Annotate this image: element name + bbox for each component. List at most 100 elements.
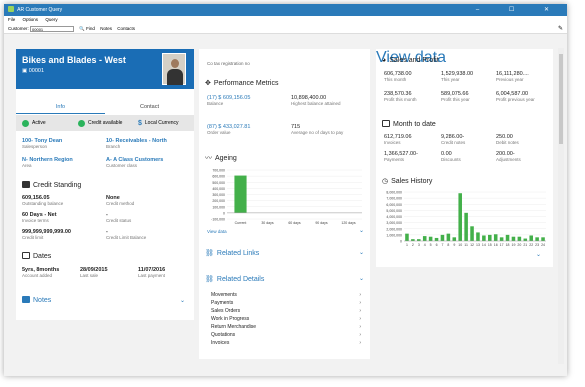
x-tick-label: 20 (517, 243, 521, 247)
app-window: AR Customer Query – ☐ ✕ File Options Que… (4, 4, 567, 376)
credit-method-label: Credit method (106, 201, 135, 206)
customer-input[interactable]: 00001 (30, 25, 75, 32)
last-payment-label: Last payment (138, 273, 166, 278)
mtd-payments-label: Payments (384, 157, 405, 162)
search-icon[interactable]: 🔍 (79, 26, 85, 31)
bar (505, 234, 510, 241)
notes-button[interactable]: Notes (100, 26, 112, 31)
bar (535, 237, 539, 241)
chevron-right-icon: › (359, 300, 361, 306)
menu-options[interactable]: Options (23, 17, 39, 22)
x-tick-label: 11 (464, 243, 468, 247)
chevron-right-icon: › (359, 340, 361, 346)
movements-link[interactable]: Movements (211, 292, 237, 298)
credit-limit-balance: - Credit Limit Balance (106, 229, 146, 240)
wip-link[interactable]: Work in Progress (211, 316, 249, 322)
x-tick-label: 1 (406, 243, 408, 247)
menu-file[interactable]: File (8, 17, 15, 22)
scrollbar[interactable] (558, 48, 564, 364)
chevron-down-icon[interactable]: ⌄ (359, 227, 364, 234)
performance-label: Performance Metrics (213, 80, 279, 87)
menu-query[interactable]: Query (45, 17, 57, 22)
chevron-down-icon[interactable]: ⌄ (180, 297, 185, 304)
payments-link[interactable]: Payments (211, 300, 233, 306)
y-tick-label: 0 (400, 240, 402, 244)
invoices-link[interactable]: Invoices (211, 340, 229, 346)
list-item[interactable]: Payments › (211, 300, 361, 306)
x-tick-label: 22 (529, 243, 533, 247)
chevron-right-icon: › (359, 332, 361, 338)
check-icon (22, 119, 29, 127)
balance-label: Balance (207, 101, 224, 106)
customer-number: ▣ 00001 (22, 68, 45, 74)
highest-balance-label: Highest balance attained (291, 101, 341, 106)
status-credit: Credit available (78, 115, 128, 131)
window-controls[interactable]: – ☐ ✕ (476, 4, 563, 16)
salesperson-label: Salesperson (22, 144, 48, 149)
month-to-date-label: Month to date (393, 121, 436, 128)
previous-year: 16,111,280.... Previous year (496, 71, 529, 82)
chevron-right-icon: › (359, 292, 361, 298)
contacts-button[interactable]: Contacts (117, 26, 135, 31)
y-tick-label: 600,000 (212, 175, 225, 179)
status-active-label: Active (32, 120, 46, 126)
paperclip-icon[interactable]: ✎ (558, 24, 563, 34)
x-tick-label: 30 days (261, 221, 274, 225)
bar (458, 193, 462, 241)
return-merchandise-link[interactable]: Return Merchandise (211, 324, 256, 330)
tab-info[interactable]: Info (16, 101, 105, 114)
profit-month: 238,570.36 Profit this month (384, 91, 434, 102)
bar (529, 235, 533, 241)
ageing-view-data-link[interactable]: View data (207, 229, 227, 234)
bar (493, 234, 498, 241)
credit-standing-title: Credit Standing (22, 181, 81, 189)
bar (523, 238, 528, 241)
list-item[interactable]: Return Merchandise › (211, 324, 361, 330)
chevron-down-icon[interactable]: ⌄ (536, 251, 541, 258)
notes-label: Notes (33, 297, 52, 304)
x-tick-label: 8 (447, 243, 449, 247)
bar (422, 236, 427, 241)
list-item[interactable]: Movements › (211, 292, 361, 298)
quotations-link[interactable]: Quotations (211, 332, 235, 338)
check-icon (78, 119, 85, 127)
mtd-debit-notes-label: Debit notes (496, 140, 519, 145)
notes-section[interactable]: Notes (22, 296, 51, 304)
sales-panel: ◕ Sales and Profit 606,738.00 This month 1… (376, 49, 553, 267)
x-tick-label: 13 (476, 243, 480, 247)
chevron-down-icon[interactable]: ⌄ (359, 275, 364, 282)
y-tick-label: 7,000,000 (386, 197, 402, 201)
list-item[interactable]: Quotations › (211, 332, 361, 338)
related-details-section[interactable]: ⛓ Related Details (205, 275, 264, 283)
ageing-chart: 700,000 600,000 500,000 400,000 300,000 200,0… (211, 169, 362, 225)
list-item[interactable]: Sales Orders › (211, 308, 361, 314)
x-tick-label: 24 (541, 243, 545, 247)
this-month: 606,738.00 This month (384, 71, 412, 82)
mtd-discounts-label: Discounts (441, 157, 461, 162)
x-tick-label: 14 (482, 243, 486, 247)
title-bar: AR Customer Query – ☐ ✕ (4, 4, 567, 16)
y-tick-label: 500,000 (212, 181, 225, 185)
branch-label: Branch (106, 144, 121, 149)
x-tick-label: 18 (506, 243, 510, 247)
y-tick-label: 6,000,000 (386, 203, 402, 207)
y-tick-label: 200,000 (212, 199, 225, 203)
scrollbar-thumb[interactable] (559, 54, 563, 144)
credit-method: None Credit method (106, 195, 134, 206)
customer-tabs: Info Contact (16, 101, 194, 114)
y-tick-label: 100,000 (212, 205, 225, 209)
y-tick-label: 400,000 (212, 187, 225, 191)
related-links-section[interactable]: ⛓ Related Links (205, 249, 259, 257)
bar (411, 239, 415, 241)
y-tick-label: 5,000,000 (386, 209, 402, 213)
chevron-right-icon: › (359, 316, 361, 322)
bar (470, 226, 474, 241)
chevron-down-icon[interactable]: ⌄ (359, 249, 364, 256)
find-button[interactable]: Find (86, 26, 95, 31)
sales-orders-link[interactable]: Sales Orders (211, 308, 240, 314)
tab-contact[interactable]: Contact (105, 101, 194, 113)
mtd-credit-notes: 9,286.00- Credit notes (441, 134, 465, 145)
list-item[interactable]: Work in Progress › (211, 316, 361, 322)
list-item[interactable]: Invoices › (211, 340, 361, 346)
y-tick-label: 2,000,000 (386, 227, 402, 231)
